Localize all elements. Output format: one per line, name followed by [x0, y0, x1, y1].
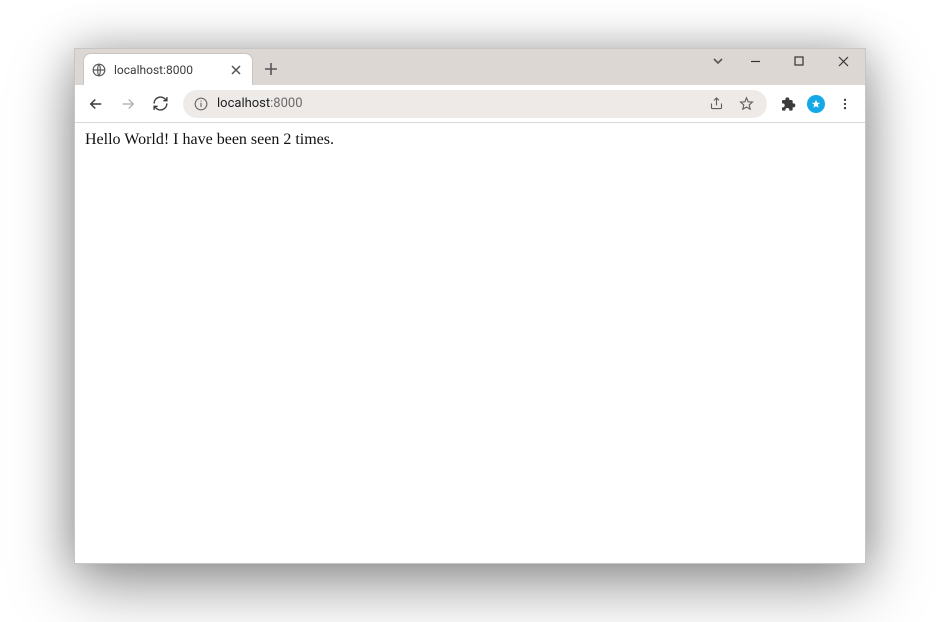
extension-badge-icon: [807, 95, 825, 113]
window-controls: [703, 49, 865, 73]
address-port: :8000: [270, 96, 302, 111]
extension-circle-button[interactable]: [803, 91, 829, 117]
close-window-button[interactable]: [821, 49, 865, 73]
address-host: localhost: [217, 96, 270, 111]
bookmark-icon[interactable]: [735, 93, 757, 115]
titlebar: localhost:8000: [75, 49, 865, 85]
back-button[interactable]: [81, 89, 111, 119]
site-info-icon[interactable]: [193, 96, 209, 112]
forward-button[interactable]: [113, 89, 143, 119]
page-body-text: Hello World! I have been seen 2 times.: [85, 131, 855, 149]
chrome-menu-button[interactable]: [831, 90, 859, 118]
address-bar[interactable]: localhost:8000: [183, 90, 767, 118]
tab-search-button[interactable]: [703, 49, 733, 73]
globe-icon: [92, 63, 106, 77]
close-tab-button[interactable]: [228, 62, 244, 78]
extensions-button[interactable]: [775, 91, 801, 117]
browser-window: localhost:8000: [74, 48, 866, 564]
minimize-button[interactable]: [733, 49, 777, 73]
new-tab-button[interactable]: [257, 55, 285, 83]
toolbar: localhost:8000: [75, 85, 865, 123]
page-viewport: Hello World! I have been seen 2 times.: [75, 123, 865, 563]
reload-button[interactable]: [145, 89, 175, 119]
share-icon[interactable]: [705, 93, 727, 115]
tab-title: localhost:8000: [114, 63, 220, 77]
browser-tab[interactable]: localhost:8000: [83, 53, 253, 85]
maximize-button[interactable]: [777, 49, 821, 73]
address-text: localhost:8000: [217, 96, 303, 111]
